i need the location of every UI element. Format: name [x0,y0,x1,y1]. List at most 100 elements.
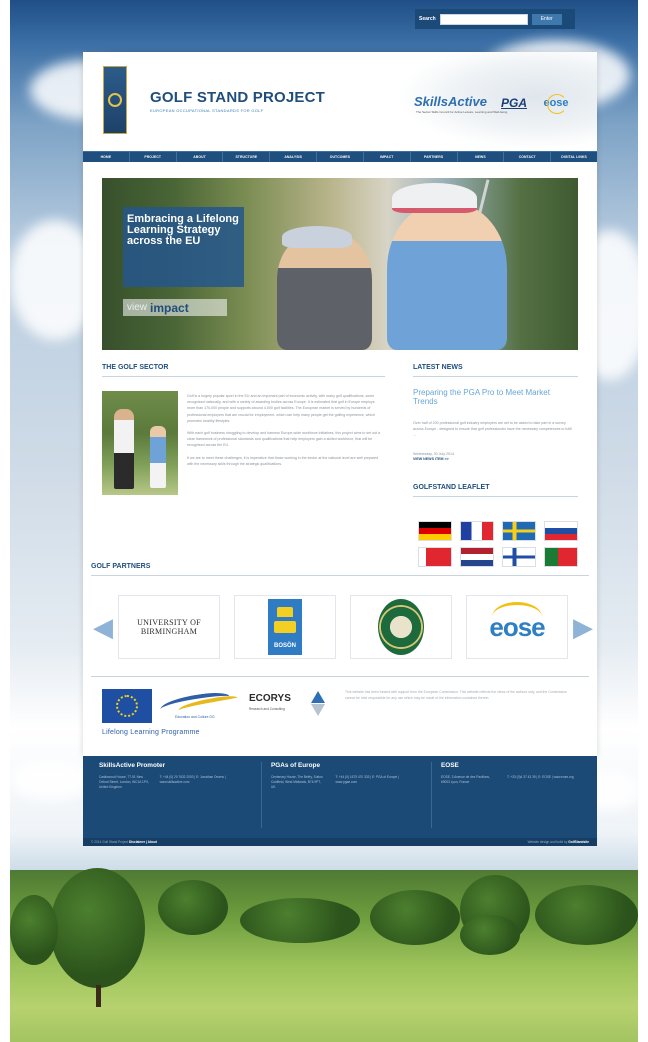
eose-logo[interactable]: eose [541,92,571,114]
nav-item-project[interactable]: PROJECT [130,152,177,162]
uob-line1: UNIVERSITY OF [137,618,201,627]
footer-address: Centenary House, The Belfry, Sutton Cold… [271,775,323,790]
nav-item-news[interactable]: NEWS [458,152,505,162]
footer-credit: Website design and build by GolfStandsit… [528,840,589,844]
flag-france[interactable] [460,521,494,541]
ecorys-triangle-icon [311,691,325,703]
footer-contact[interactable]: T: +44 (0) 20 7632 2000 | E: Jonathan Ow… [160,775,247,791]
nav-item-about[interactable]: ABOUT [177,152,224,162]
search-input[interactable] [439,13,528,25]
nav-item-outcomes[interactable]: OUTCOMES [317,152,364,162]
skillsactive-tagline: The Sector Skills Council for Active Lei… [416,110,508,114]
paragraph: With each golf business struggling to de… [187,431,381,448]
search-button[interactable]: Enter [531,13,562,25]
nav-item-impact[interactable]: IMPACT [364,152,411,162]
ecorys-triangle-icon [311,704,325,716]
footer: SkillsActive Promoter Castlewood House, … [83,756,597,838]
main-nav: HOME PROJECT ABOUT STRUCTURE ANALYSIS OU… [83,151,597,162]
flag-finland[interactable] [502,547,536,567]
hero-photo-child [387,203,507,350]
hero-photo-coach [277,233,372,350]
footer-col-title: EOSE [441,762,459,769]
eose-partner-logo: eose [474,602,560,649]
footer-bottom-bar: © 2014 Golf Stand Project Disclaimer | A… [83,838,597,846]
view-impact-button[interactable]: view impact [123,299,227,316]
child-cap [392,183,477,213]
disclaimer-link[interactable]: Disclaimer | About [129,840,157,844]
funding-logos: Education and Culture DG Lifelong Learni… [83,685,597,756]
carousel-prev-icon[interactable]: ◀ [93,614,113,640]
flag-slovenia[interactable] [544,521,578,541]
lifelong-learning-label: Lifelong Learning Programme [102,729,200,736]
footer-copyright: © 2014 Golf Stand Project Disclaimer | A… [91,840,157,844]
footer-contact[interactable]: T: +33 (0)4 37 43 39 | E: EOSE | www.eos… [507,775,574,785]
ecorys-logo[interactable]: ECORYS [249,693,291,704]
partner-university-of-birmingham[interactable]: UNIVERSITY OF BIRMINGHAM [118,595,220,659]
nav-item-analysis[interactable]: ANALYSIS [270,152,318,162]
hero-caption-box: Embracing a Lifelong Learning Strategy a… [123,207,244,287]
skillsactive-logo[interactable]: SkillsActive [414,94,487,109]
flag-germany[interactable] [418,521,452,541]
divider [413,376,578,377]
nav-item-home[interactable]: HOME [83,152,130,162]
flag-portugal[interactable] [544,547,578,567]
uob-line2: BIRMINGHAM [140,627,198,636]
golf-association-badge-logo [378,599,424,655]
golf-sector-text: Golf is a hugely popular sport in the EU… [187,393,383,473]
credit-text: Website design and build by [527,840,568,844]
coach-cap [282,226,352,248]
footer-contact[interactable]: T: +44 (0) 1675 470 333 | E: PGA of Euro… [335,775,419,791]
news-excerpt: Over half of 200 professional golf indus… [413,421,572,437]
crown-icon [274,621,296,633]
flag-sweden[interactable] [502,521,536,541]
impact-label: impact [150,300,189,315]
site-subtitle: EUROPEAN OCCUPATIONAL STANDARDS FOR GOLF [150,108,264,113]
leaflet-title: GOLFSTAND LEAFLET [413,484,490,491]
partner-eose[interactable]: eose [466,595,568,659]
search-label: Search [419,16,436,22]
nav-item-digital-links[interactable]: DIGITAL LINKS [551,152,597,162]
pga-logo[interactable]: PGA [501,96,527,110]
footer-divider [431,762,432,828]
photo-figure [150,426,166,488]
nav-item-partners[interactable]: PARTNERS [411,152,458,162]
carousel-next-icon[interactable]: ▶ [573,614,593,640]
view-label: view [127,302,148,313]
partner-boson[interactable]: BOSÖN [234,595,336,659]
golfstand-crest-logo[interactable] [103,66,127,134]
ecorys-tagline: Research and Consulting [249,707,285,711]
footer-address: EOSE, 3 Avenue de des Pavillons, 69003 L… [441,775,490,785]
hero-banner: Embracing a Lifelong Learning Strategy a… [102,178,578,350]
view-news-link[interactable]: VIEW NEWS ITEM >> [413,457,449,461]
golf-partners-title: GOLF PARTNERS [91,563,151,570]
boson-logo: BOSÖN [268,599,302,655]
footer-divider [261,762,262,828]
eu-flag-logo[interactable] [102,689,152,723]
eose-arc [492,602,542,632]
site-title[interactable]: GOLF STAND PROJECT [150,89,325,106]
divider [102,376,385,377]
credit-link[interactable]: GolfStandsite [568,840,589,844]
footer-address: Castlewood House, 77-91 New Oxford Stree… [99,775,149,790]
education-culture-label: Education and Culture DG [175,715,215,719]
golf-sector-photo [102,391,178,495]
divider [91,575,589,576]
golf-sector-title: THE GOLF SECTOR [102,364,169,371]
paragraph: If we are to meet these challenges, it i… [187,455,379,466]
boson-label: BOSÖN [273,643,296,649]
hero-caption-line: across the EU [127,235,201,247]
crown-icon [277,607,293,617]
footer-col-skillsactive: SkillsActive Promoter Castlewood House, … [93,762,253,828]
page-container: GOLF STAND PROJECT EUROPEAN OCCUPATIONAL… [83,52,597,756]
search-bar: Search Enter [415,9,575,29]
paragraph: Golf is a hugely popular sport in the EU… [187,394,375,423]
news-headline[interactable]: Preparing the PGA Pro to Meet Market Tre… [413,388,573,406]
flag-malta[interactable] [418,547,452,567]
latest-news-title: LATEST NEWS [413,364,463,371]
flag-netherlands[interactable] [460,547,494,567]
nav-item-contact[interactable]: CONTACT [504,152,552,162]
footer-col-pgas: PGAs of Europe Centenary House, The Belf… [265,762,425,828]
nav-item-structure[interactable]: STRUCTURE [223,152,271,162]
partner-golf-badge[interactable] [350,595,452,659]
funding-disclaimer: This website has been funded with suppor… [345,690,567,700]
